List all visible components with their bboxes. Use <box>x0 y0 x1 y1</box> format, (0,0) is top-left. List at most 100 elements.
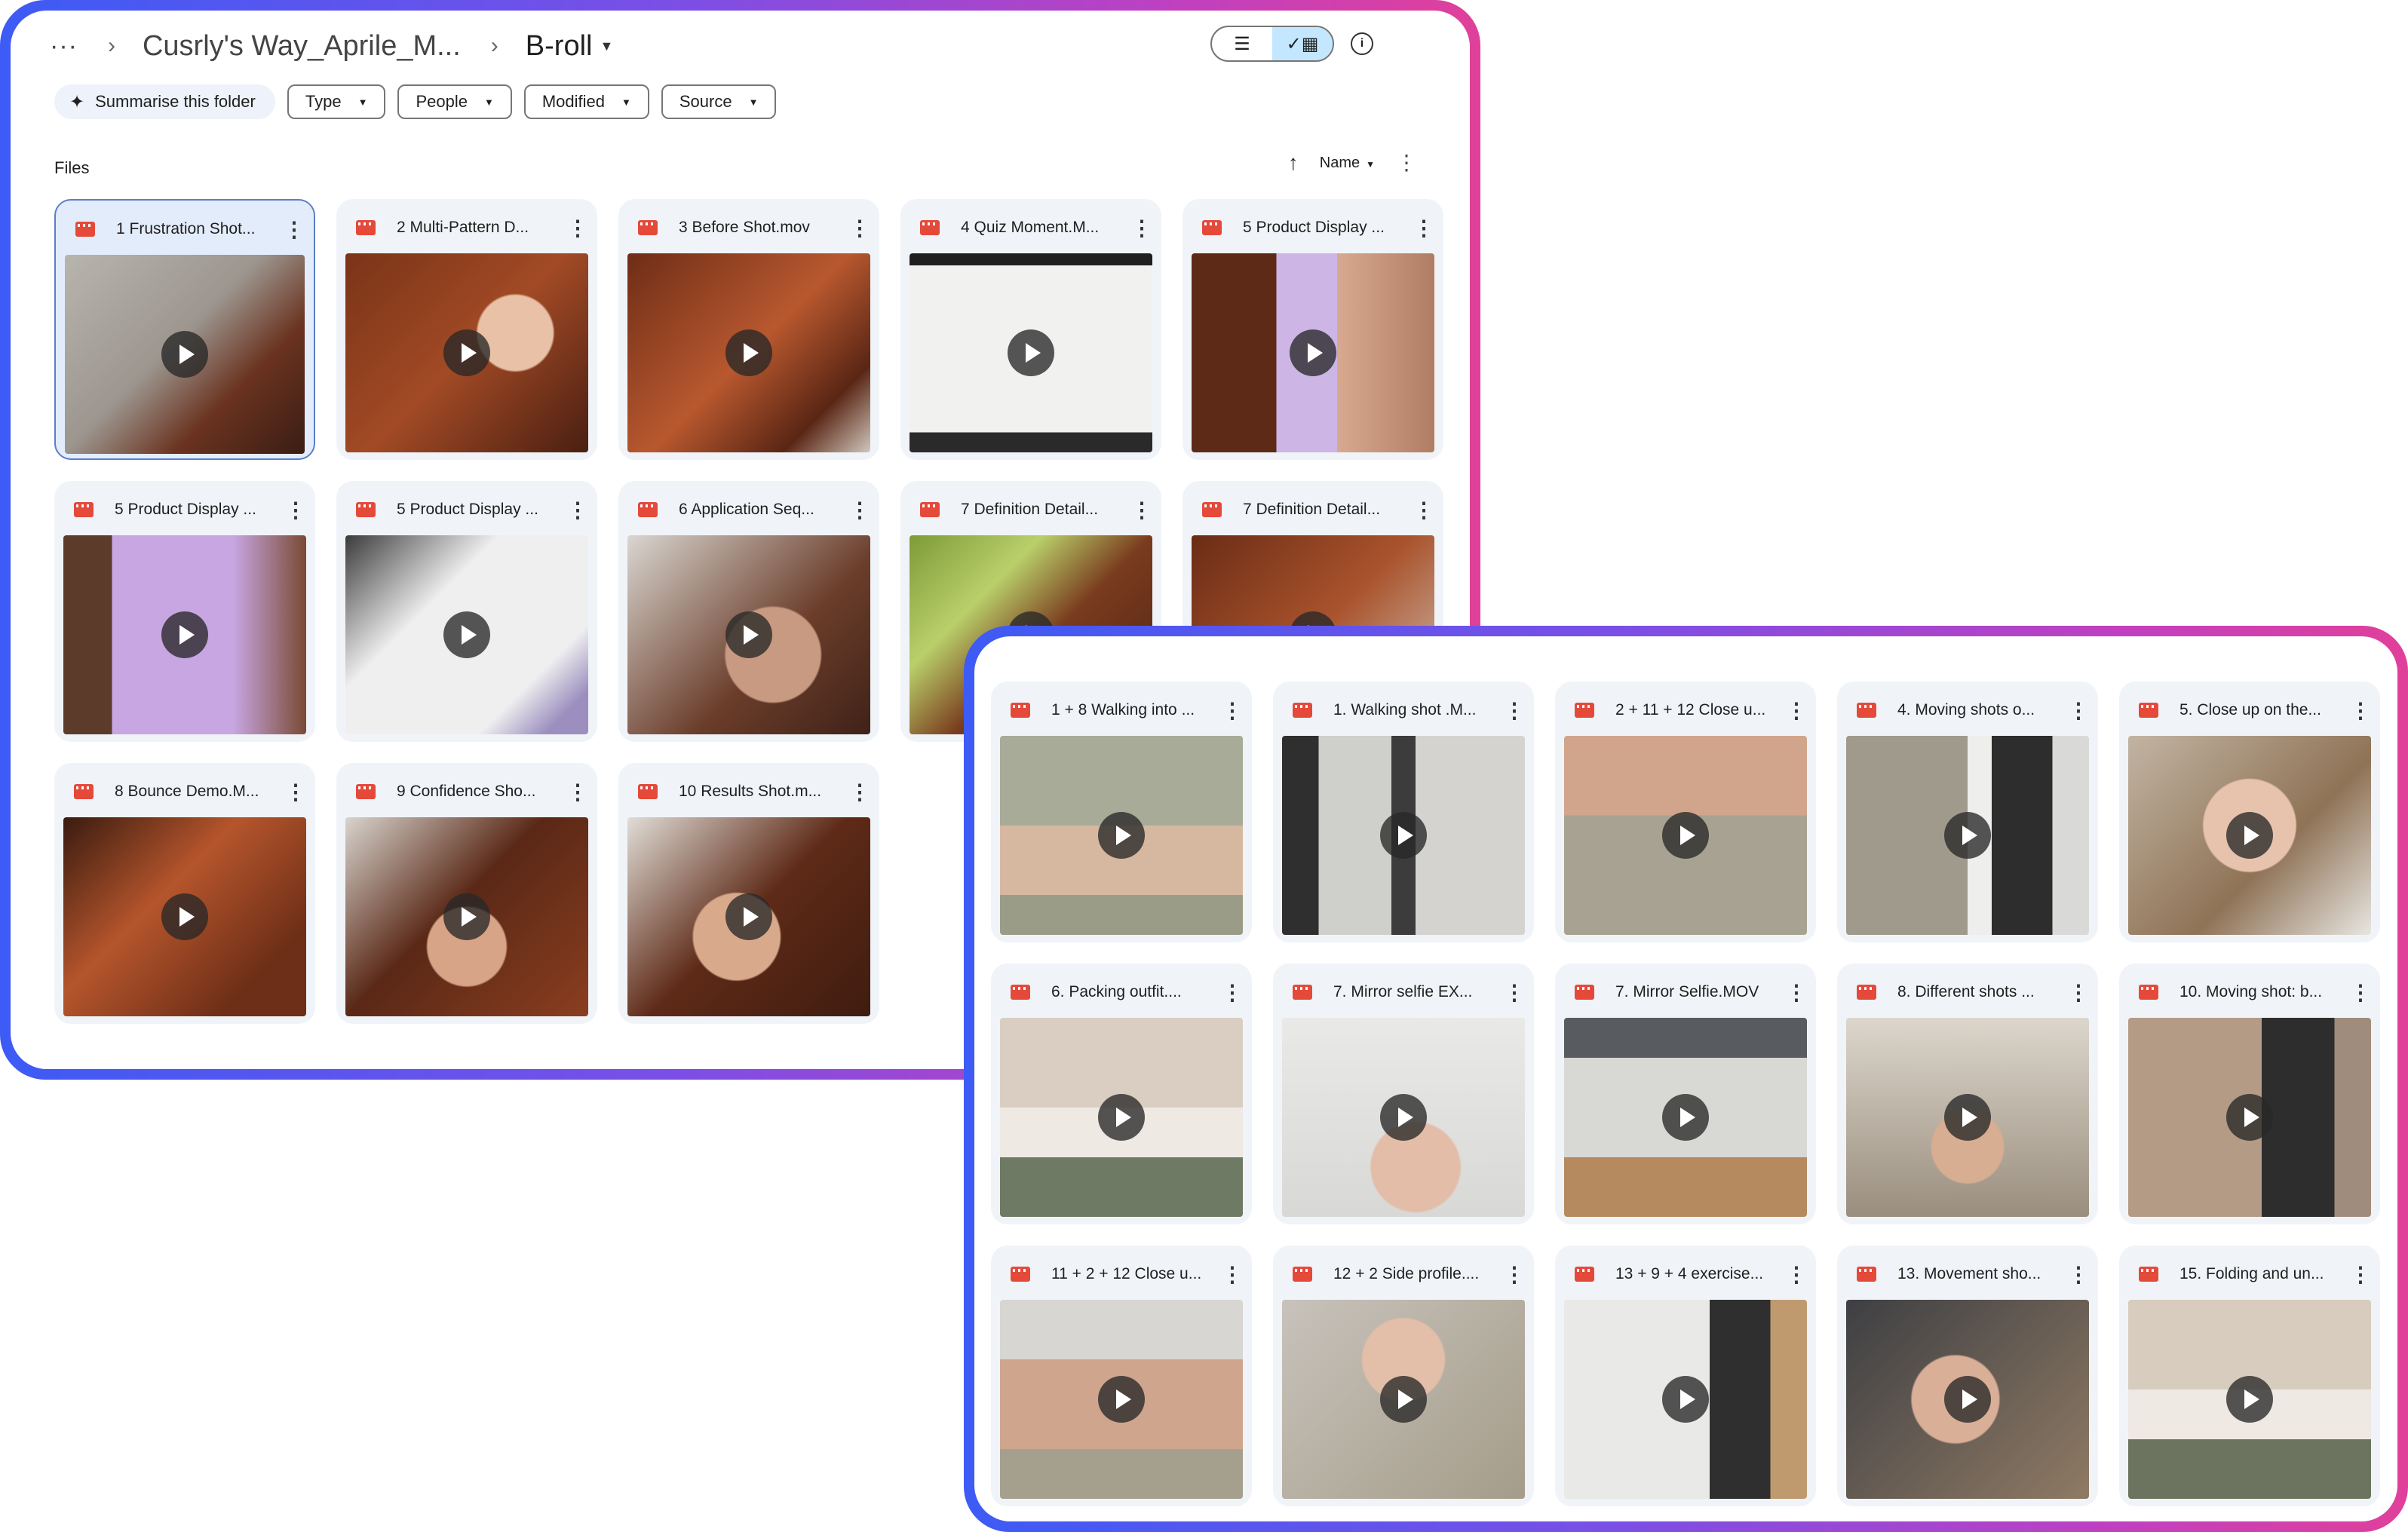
video-thumbnail[interactable] <box>627 253 870 452</box>
video-thumbnail[interactable] <box>1846 736 2089 935</box>
file-card[interactable]: 1 Frustration Shot... ⋮ <box>54 199 315 460</box>
video-thumbnail[interactable] <box>1282 736 1525 935</box>
type-filter[interactable]: Type ▼ <box>287 84 386 119</box>
video-thumbnail[interactable] <box>65 255 305 454</box>
video-thumbnail[interactable] <box>910 253 1152 452</box>
play-icon[interactable] <box>2226 1376 2273 1423</box>
file-card[interactable]: 13. Movement sho... ⋮ <box>1837 1246 2098 1506</box>
more-options-icon[interactable]: ⋮ <box>1396 152 1417 173</box>
more-options-icon[interactable]: ⋮ <box>1786 698 1807 723</box>
play-icon[interactable] <box>1008 329 1054 376</box>
more-options-icon[interactable]: ⋮ <box>1413 216 1434 241</box>
more-options-icon[interactable]: ⋮ <box>849 780 870 804</box>
file-card[interactable]: 8. Different shots ... ⋮ <box>1837 964 2098 1224</box>
more-options-icon[interactable]: ⋮ <box>1504 980 1525 1005</box>
summarise-folder-button[interactable]: ✦ Summarise this folder <box>54 84 275 119</box>
video-thumbnail[interactable] <box>63 535 306 734</box>
more-options-icon[interactable]: ⋮ <box>2068 980 2089 1005</box>
play-icon[interactable] <box>161 331 208 378</box>
video-thumbnail[interactable] <box>2128 736 2371 935</box>
video-thumbnail[interactable] <box>1000 1018 1243 1217</box>
play-icon[interactable] <box>1098 1094 1145 1141</box>
more-options-icon[interactable]: ⋮ <box>567 216 588 241</box>
more-options-icon[interactable]: ⋮ <box>1222 1262 1243 1287</box>
play-icon[interactable] <box>725 893 772 940</box>
file-card[interactable]: 12 + 2 Side profile.... ⋮ <box>1273 1246 1534 1506</box>
video-thumbnail[interactable] <box>1192 253 1434 452</box>
source-filter[interactable]: Source ▼ <box>661 84 777 119</box>
more-options-icon[interactable]: ⋮ <box>567 780 588 804</box>
file-card[interactable]: 4. Moving shots o... ⋮ <box>1837 682 2098 942</box>
play-icon[interactable] <box>443 611 490 658</box>
more-options-icon[interactable]: ⋮ <box>1222 980 1243 1005</box>
video-thumbnail[interactable] <box>1564 736 1807 935</box>
file-card[interactable]: 6 Application Seq... ⋮ <box>618 481 879 742</box>
more-options-icon[interactable]: ⋮ <box>2350 698 2371 723</box>
file-card[interactable]: 6. Packing outfit.... ⋮ <box>991 964 1252 1224</box>
file-card[interactable]: 4 Quiz Moment.M... ⋮ <box>900 199 1161 460</box>
info-icon[interactable]: i <box>1351 32 1373 55</box>
play-icon[interactable] <box>1662 812 1709 859</box>
breadcrumb-parent[interactable]: Cusrly's Way_Aprile_M... <box>143 30 461 63</box>
file-card[interactable]: 1 + 8 Walking into ... ⋮ <box>991 682 1252 942</box>
file-card[interactable]: 1. Walking shot .M... ⋮ <box>1273 682 1534 942</box>
more-options-icon[interactable]: ⋮ <box>1786 1262 1807 1287</box>
play-icon[interactable] <box>2226 812 2273 859</box>
play-icon[interactable] <box>1662 1094 1709 1141</box>
play-icon[interactable] <box>1380 1094 1427 1141</box>
video-thumbnail[interactable] <box>1846 1018 2089 1217</box>
video-thumbnail[interactable] <box>627 535 870 734</box>
people-filter[interactable]: People ▼ <box>397 84 512 119</box>
file-card[interactable]: 11 + 2 + 12 Close u... ⋮ <box>991 1246 1252 1506</box>
video-thumbnail[interactable] <box>1846 1300 2089 1499</box>
play-icon[interactable] <box>1380 812 1427 859</box>
play-icon[interactable] <box>725 329 772 376</box>
file-card[interactable]: 13 + 9 + 4 exercise... ⋮ <box>1555 1246 1816 1506</box>
play-icon[interactable] <box>443 329 490 376</box>
sort-by-button[interactable]: Name ▼ <box>1320 155 1375 172</box>
list-view-button[interactable]: ☰ <box>1212 27 1272 60</box>
video-thumbnail[interactable] <box>627 817 870 1016</box>
video-thumbnail[interactable] <box>345 817 588 1016</box>
play-icon[interactable] <box>1944 1094 1991 1141</box>
modified-filter[interactable]: Modified ▼ <box>523 84 649 119</box>
file-card[interactable]: 2 + 11 + 12 Close u... ⋮ <box>1555 682 1816 942</box>
play-icon[interactable] <box>443 893 490 940</box>
more-options-icon[interactable]: ⋮ <box>1131 498 1152 522</box>
more-options-icon[interactable]: ⋮ <box>1504 698 1525 723</box>
play-icon[interactable] <box>1290 329 1336 376</box>
video-thumbnail[interactable] <box>1000 736 1243 935</box>
video-thumbnail[interactable] <box>1282 1300 1525 1499</box>
file-card[interactable]: 10 Results Shot.m... ⋮ <box>618 763 879 1024</box>
file-card[interactable]: 15. Folding and un... ⋮ <box>2119 1246 2380 1506</box>
sort-direction-icon[interactable]: ↑ <box>1288 151 1299 175</box>
play-icon[interactable] <box>1944 812 1991 859</box>
more-options-icon[interactable]: ⋮ <box>1413 498 1434 522</box>
file-card[interactable]: 7. Mirror Selfie.MOV ⋮ <box>1555 964 1816 1224</box>
more-options-icon[interactable]: ⋮ <box>849 498 870 522</box>
play-icon[interactable] <box>2226 1094 2273 1141</box>
more-options-icon[interactable]: ⋮ <box>1786 980 1807 1005</box>
file-card[interactable]: 5 Product Display ... ⋮ <box>336 481 597 742</box>
more-options-icon[interactable]: ⋮ <box>285 498 306 522</box>
file-card[interactable]: 7. Mirror selfie EX... ⋮ <box>1273 964 1534 1224</box>
play-icon[interactable] <box>161 611 208 658</box>
video-thumbnail[interactable] <box>345 535 588 734</box>
more-options-icon[interactable]: ⋮ <box>2350 1262 2371 1287</box>
breadcrumb-current[interactable]: B-roll <box>526 30 593 63</box>
caret-down-icon[interactable]: ▼ <box>600 38 613 54</box>
more-options-icon[interactable]: ⋮ <box>2350 980 2371 1005</box>
more-options-icon[interactable]: ⋮ <box>1504 1262 1525 1287</box>
play-icon[interactable] <box>161 893 208 940</box>
more-options-icon[interactable]: ⋮ <box>849 216 870 241</box>
file-card[interactable]: 2 Multi-Pattern D... ⋮ <box>336 199 597 460</box>
video-thumbnail[interactable] <box>1000 1300 1243 1499</box>
more-options-icon[interactable]: ⋮ <box>2068 698 2089 723</box>
file-card[interactable]: 5 Product Display ... ⋮ <box>1183 199 1443 460</box>
more-options-icon[interactable]: ⋮ <box>567 498 588 522</box>
more-options-icon[interactable]: ⋮ <box>1222 698 1243 723</box>
video-thumbnail[interactable] <box>2128 1018 2371 1217</box>
play-icon[interactable] <box>1380 1376 1427 1423</box>
video-thumbnail[interactable] <box>345 253 588 452</box>
more-options-icon[interactable]: ⋮ <box>284 217 305 242</box>
